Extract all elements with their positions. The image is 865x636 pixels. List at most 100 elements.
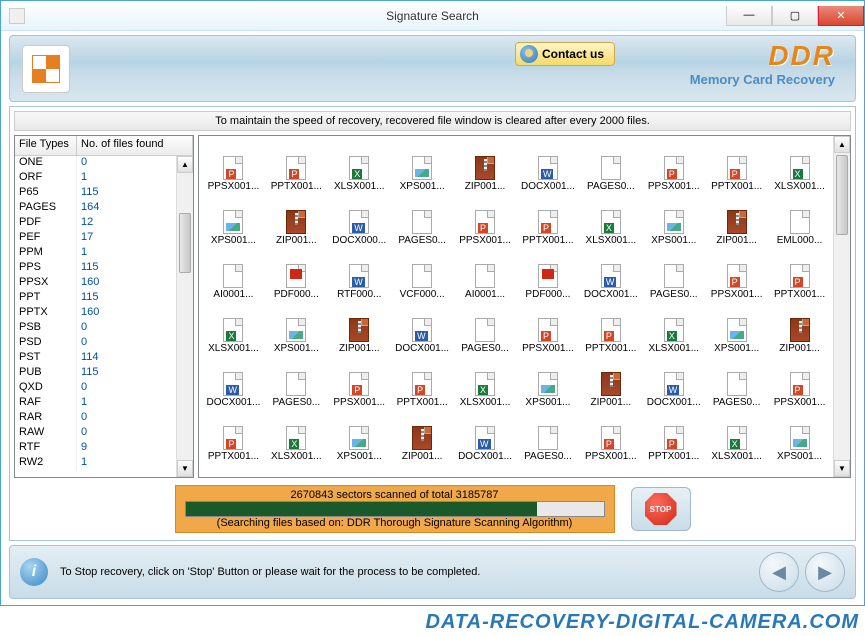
file-item[interactable]: PAGES0... [392, 194, 453, 246]
file-item[interactable]: ZIP001... [266, 194, 327, 246]
file-item[interactable]: ZIP001... [392, 410, 453, 462]
file-item[interactable]: XPS001... [392, 140, 453, 192]
table-row[interactable]: PPSX160 [15, 276, 193, 291]
file-label: PPTX001... [208, 451, 259, 462]
file-item[interactable]: PAGES0... [455, 302, 516, 354]
file-item[interactable]: XLSX001... [455, 356, 516, 408]
file-item[interactable]: PPTX001... [706, 140, 767, 192]
file-item[interactable]: XLSX001... [329, 140, 390, 192]
file-item[interactable]: ZIP001... [580, 356, 641, 408]
table-row[interactable]: PSD0 [15, 336, 193, 351]
file-item[interactable]: PPSX001... [643, 140, 704, 192]
scroll-up-icon[interactable]: ▲ [834, 136, 850, 153]
file-item[interactable]: PPTX001... [643, 410, 704, 462]
file-item[interactable]: ZIP001... [455, 140, 516, 192]
col-file-types[interactable]: File Types [15, 136, 77, 156]
file-item[interactable]: PPSX001... [455, 194, 516, 246]
file-item[interactable]: DOCX001... [455, 410, 516, 462]
file-item[interactable]: RTF000... [329, 248, 390, 300]
table-row[interactable]: PPM1 [15, 246, 193, 261]
col-files-found[interactable]: No. of files found [77, 136, 193, 156]
file-item[interactable]: PPSX001... [329, 356, 390, 408]
table-row[interactable]: PDF12 [15, 216, 193, 231]
stop-icon: STOP [645, 493, 677, 525]
table-row[interactable]: PEF17 [15, 231, 193, 246]
file-item[interactable]: AI0001... [203, 248, 264, 300]
next-button[interactable]: ▶ [805, 552, 845, 592]
file-item[interactable]: ZIP001... [769, 302, 830, 354]
file-item[interactable]: PPTX001... [769, 248, 830, 300]
file-item[interactable]: DOCX001... [203, 356, 264, 408]
scroll-down-icon[interactable]: ▼ [177, 460, 193, 477]
table-row[interactable]: RAW0 [15, 426, 193, 441]
table-row[interactable]: PPS115 [15, 261, 193, 276]
file-item[interactable]: DOCX001... [580, 248, 641, 300]
file-item[interactable]: DOCX001... [643, 356, 704, 408]
file-item[interactable]: XPS001... [706, 302, 767, 354]
file-item[interactable]: PAGES0... [580, 140, 641, 192]
stop-button[interactable]: STOP [631, 487, 691, 531]
file-item[interactable]: PPTX001... [518, 194, 579, 246]
table-row[interactable]: ONE0 [15, 156, 193, 171]
file-item[interactable]: PDF000... [518, 248, 579, 300]
file-item[interactable]: DOCX001... [392, 302, 453, 354]
table-row[interactable]: RAF1 [15, 396, 193, 411]
file-item[interactable]: DOCX001... [518, 140, 579, 192]
file-item[interactable]: XPS001... [329, 410, 390, 462]
close-button[interactable]: ✕ [818, 6, 864, 26]
file-item[interactable]: XPS001... [643, 194, 704, 246]
file-item[interactable]: XPS001... [769, 410, 830, 462]
file-item[interactable]: XPS001... [203, 194, 264, 246]
minimize-button[interactable]: — [726, 6, 772, 26]
file-item[interactable]: PPSX001... [706, 248, 767, 300]
table-row[interactable]: PSB0 [15, 321, 193, 336]
scroll-thumb[interactable] [179, 213, 191, 273]
scroll-down-icon[interactable]: ▼ [834, 460, 850, 477]
table-row[interactable]: RTF9 [15, 441, 193, 456]
file-item[interactable]: ZIP001... [329, 302, 390, 354]
file-item[interactable]: PPSX001... [518, 302, 579, 354]
maximize-button[interactable]: ▢ [772, 6, 818, 26]
file-item[interactable]: EML000... [769, 194, 830, 246]
file-item[interactable]: AI0001... [455, 248, 516, 300]
scroll-thumb[interactable] [836, 155, 848, 235]
file-item[interactable]: PPTX001... [266, 140, 327, 192]
file-item[interactable]: PDF000... [266, 248, 327, 300]
file-item[interactable]: XLSX001... [706, 410, 767, 462]
file-item[interactable]: DOCX000... [329, 194, 390, 246]
file-item[interactable]: ZIP001... [706, 194, 767, 246]
file-item[interactable]: PAGES0... [518, 410, 579, 462]
file-item[interactable]: PAGES0... [266, 356, 327, 408]
file-item[interactable]: PAGES0... [706, 356, 767, 408]
file-item[interactable]: PPTX001... [203, 410, 264, 462]
file-item[interactable]: XPS001... [266, 302, 327, 354]
file-item[interactable]: PPSX001... [769, 356, 830, 408]
table-row[interactable]: PST114 [15, 351, 193, 366]
file-item[interactable]: XLSX001... [769, 140, 830, 192]
table-row[interactable]: RAR0 [15, 411, 193, 426]
table-row[interactable]: PPT115 [15, 291, 193, 306]
file-item[interactable]: PPSX001... [580, 410, 641, 462]
table-row[interactable]: PUB115 [15, 366, 193, 381]
contact-us-button[interactable]: Contact us [515, 42, 615, 66]
file-item[interactable]: PPSX001... [203, 140, 264, 192]
file-item[interactable]: PPTX001... [392, 356, 453, 408]
file-item[interactable]: XLSX001... [266, 410, 327, 462]
file-item[interactable]: VCF000... [392, 248, 453, 300]
file-item[interactable]: XPS001... [518, 356, 579, 408]
table-row[interactable]: PAGES164 [15, 201, 193, 216]
table-row[interactable]: P65115 [15, 186, 193, 201]
table-row[interactable]: PPTX160 [15, 306, 193, 321]
table-row[interactable]: QXD0 [15, 381, 193, 396]
table-row[interactable]: RW21 [15, 456, 193, 471]
table-scrollbar[interactable]: ▲ ▼ [176, 156, 193, 477]
file-item[interactable]: XLSX001... [203, 302, 264, 354]
file-item[interactable]: PPTX001... [580, 302, 641, 354]
back-button[interactable]: ◀ [759, 552, 799, 592]
file-item[interactable]: XLSX001... [580, 194, 641, 246]
files-scrollbar[interactable]: ▲ ▼ [833, 136, 850, 477]
scroll-up-icon[interactable]: ▲ [177, 156, 193, 173]
file-item[interactable]: XLSX001... [643, 302, 704, 354]
table-row[interactable]: ORF1 [15, 171, 193, 186]
file-item[interactable]: PAGES0... [643, 248, 704, 300]
